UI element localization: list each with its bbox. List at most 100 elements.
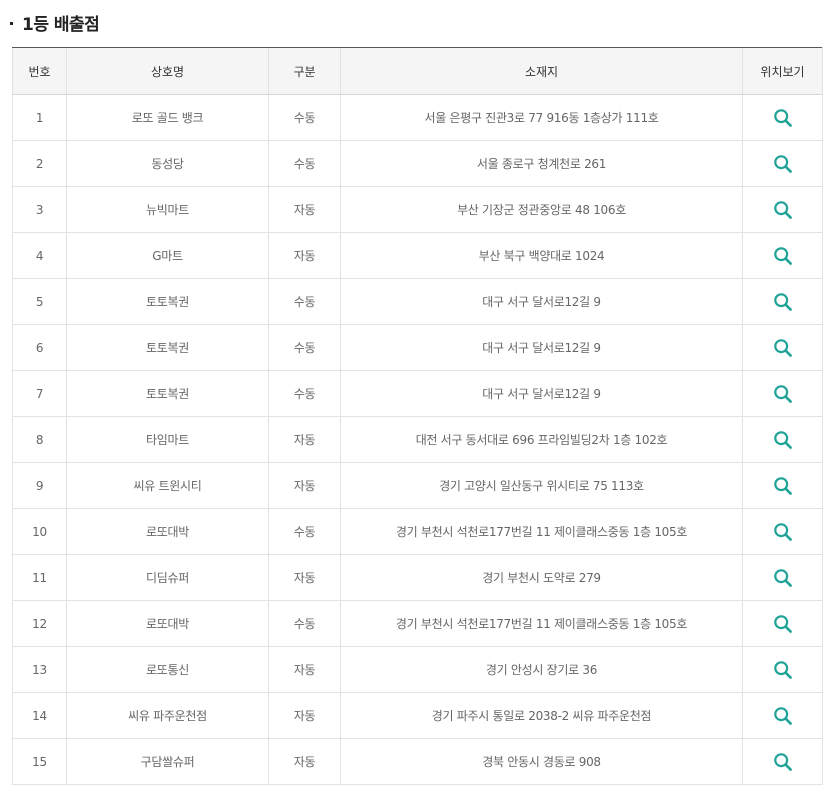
- cell-name: 타임마트: [66, 416, 269, 463]
- cell-no: 11: [12, 554, 67, 601]
- cell-no: 6: [12, 324, 67, 371]
- header-name: 상호명: [66, 47, 269, 95]
- cell-no: 8: [12, 416, 67, 463]
- section-title: 1등 배출점: [10, 6, 100, 38]
- table-row: 13 로또통신 자동 경기 안성시 장기로 36: [12, 646, 823, 693]
- cell-name: 구담쌀슈퍼: [66, 738, 269, 785]
- view-location-button[interactable]: [770, 703, 796, 729]
- cell-location: [742, 94, 823, 141]
- cell-no: 1: [12, 94, 67, 141]
- header-type: 구분: [268, 47, 341, 95]
- search-icon: [773, 614, 792, 633]
- cell-address: 경북 안동시 경동로 908: [340, 738, 743, 785]
- view-location-button[interactable]: [770, 473, 796, 499]
- table-row: 10 로또대박 수동 경기 부천시 석천로177번길 11 제이클래스중동 1층 10…: [12, 508, 823, 555]
- cell-name: 토토복권: [66, 370, 269, 417]
- cell-type: 자동: [268, 692, 341, 739]
- table-row: 8 타임마트 자동 대전 서구 동서대로 696 프라임빌딩2차 1층 102호: [12, 416, 823, 463]
- search-icon: [773, 568, 792, 587]
- cell-name: 로또통신: [66, 646, 269, 693]
- cell-type: 자동: [268, 646, 341, 693]
- cell-type: 자동: [268, 416, 341, 463]
- cell-location: [742, 140, 823, 187]
- search-icon: [773, 706, 792, 725]
- view-location-button[interactable]: [770, 289, 796, 315]
- cell-location: [742, 462, 823, 509]
- view-location-button[interactable]: [770, 243, 796, 269]
- cell-type: 수동: [268, 324, 341, 371]
- cell-location: [742, 370, 823, 417]
- cell-location: [742, 646, 823, 693]
- cell-no: 14: [12, 692, 67, 739]
- cell-type: 자동: [268, 232, 341, 279]
- table-row: 14 씨유 파주운천점 자동 경기 파주시 통일로 2038-2 씨유 파주운천점: [12, 692, 823, 739]
- cell-location: [742, 600, 823, 647]
- cell-name: G마트: [66, 232, 269, 279]
- view-location-button[interactable]: [770, 657, 796, 683]
- cell-type: 자동: [268, 738, 341, 785]
- cell-address: 경기 부천시 석천로177번길 11 제이클래스중동 1층 105호: [340, 508, 743, 555]
- cell-name: 씨유 트윈시티: [66, 462, 269, 509]
- cell-address: 경기 부천시 석천로177번길 11 제이클래스중동 1층 105호: [340, 600, 743, 647]
- cell-no: 10: [12, 508, 67, 555]
- table-row: 9 씨유 트윈시티 자동 경기 고양시 일산동구 위시티로 75 113호: [12, 462, 823, 509]
- cell-address: 대구 서구 달서로12길 9: [340, 278, 743, 325]
- cell-no: 3: [12, 186, 67, 233]
- cell-address: 부산 북구 백양대로 1024: [340, 232, 743, 279]
- cell-name: 토토복권: [66, 324, 269, 371]
- search-icon: [773, 430, 792, 449]
- header-address: 소재지: [340, 47, 743, 95]
- cell-no: 2: [12, 140, 67, 187]
- table-row: 7 토토복권 수동 대구 서구 달서로12길 9: [12, 370, 823, 417]
- cell-type: 자동: [268, 186, 341, 233]
- view-location-button[interactable]: [770, 335, 796, 361]
- search-icon: [773, 154, 792, 173]
- cell-name: 로또 골드 뱅크: [66, 94, 269, 141]
- search-icon: [773, 384, 792, 403]
- view-location-button[interactable]: [770, 565, 796, 591]
- view-location-button[interactable]: [770, 427, 796, 453]
- cell-type: 자동: [268, 462, 341, 509]
- cell-location: [742, 508, 823, 555]
- cell-location: [742, 232, 823, 279]
- header-no: 번호: [12, 47, 67, 95]
- cell-type: 수동: [268, 94, 341, 141]
- search-icon: [773, 476, 792, 495]
- page-title: 1등 배출점: [22, 14, 100, 35]
- cell-address: 경기 파주시 통일로 2038-2 씨유 파주운천점: [340, 692, 743, 739]
- table-row: 12 로또대박 수동 경기 부천시 석천로177번길 11 제이클래스중동 1층 10…: [12, 600, 823, 647]
- cell-location: [742, 692, 823, 739]
- view-location-button[interactable]: [770, 519, 796, 545]
- cell-type: 수동: [268, 140, 341, 187]
- view-location-button[interactable]: [770, 197, 796, 223]
- title-bullet: [10, 21, 13, 25]
- table-row: 11 디딤슈퍼 자동 경기 부천시 도약로 279: [12, 554, 823, 601]
- cell-name: 토토복권: [66, 278, 269, 325]
- cell-address: 서울 은평구 진관3로 77 916동 1층상가 111호: [340, 94, 743, 141]
- cell-no: 13: [12, 646, 67, 693]
- table-row: 15 구담쌀슈퍼 자동 경북 안동시 경동로 908: [12, 738, 823, 785]
- cell-no: 5: [12, 278, 67, 325]
- cell-address: 대전 서구 동서대로 696 프라임빌딩2차 1층 102호: [340, 416, 743, 463]
- cell-name: 로또대박: [66, 508, 269, 555]
- cell-type: 수동: [268, 278, 341, 325]
- cell-location: [742, 554, 823, 601]
- search-icon: [773, 246, 792, 265]
- cell-address: 대구 서구 달서로12길 9: [340, 370, 743, 417]
- cell-location: [742, 278, 823, 325]
- view-location-button[interactable]: [770, 381, 796, 407]
- cell-address: 경기 부천시 도약로 279: [340, 554, 743, 601]
- cell-no: 12: [12, 600, 67, 647]
- cell-name: 씨유 파주운천점: [66, 692, 269, 739]
- table-row: 6 토토복권 수동 대구 서구 달서로12길 9: [12, 324, 823, 371]
- view-location-button[interactable]: [770, 151, 796, 177]
- cell-address: 경기 안성시 장기로 36: [340, 646, 743, 693]
- cell-name: 로또대박: [66, 600, 269, 647]
- view-location-button[interactable]: [770, 749, 796, 775]
- view-location-button[interactable]: [770, 105, 796, 131]
- cell-no: 15: [12, 738, 67, 785]
- table-row: 5 토토복권 수동 대구 서구 달서로12길 9: [12, 278, 823, 325]
- view-location-button[interactable]: [770, 611, 796, 637]
- cell-name: 동성당: [66, 140, 269, 187]
- cell-no: 9: [12, 462, 67, 509]
